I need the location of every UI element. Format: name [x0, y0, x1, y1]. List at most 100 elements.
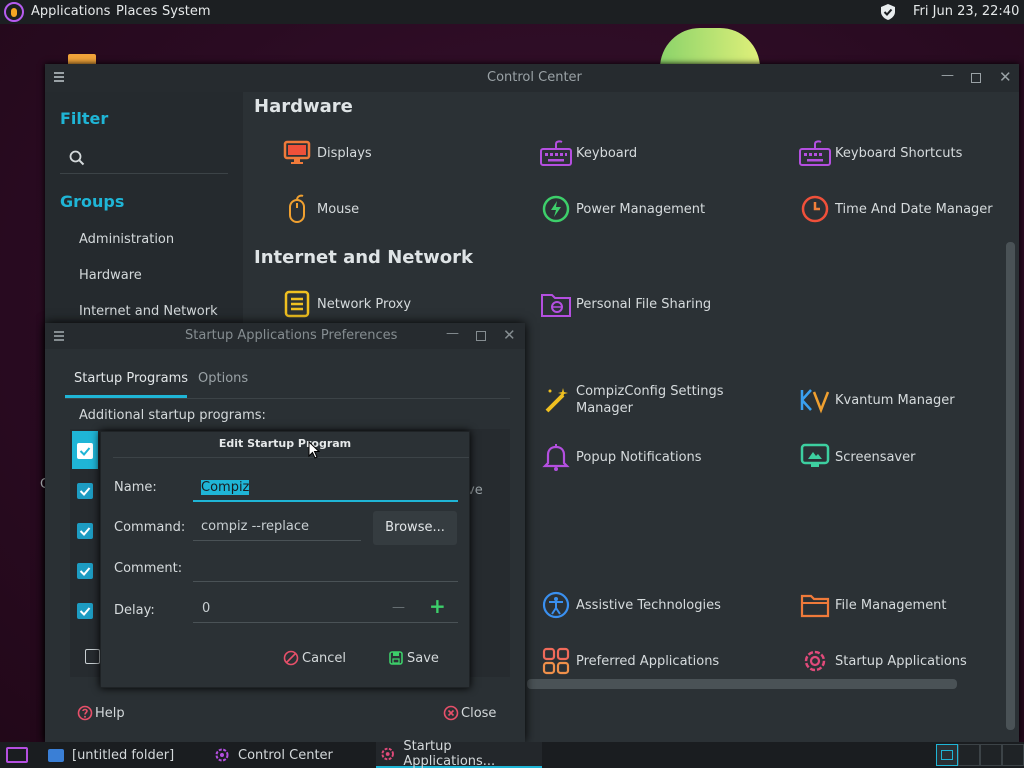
taskbar-label: Startup Applications...	[403, 739, 496, 768]
taskbar-label: [untitled folder]	[72, 747, 175, 763]
item-kvantum-manager[interactable]: Kvantum Manager	[799, 380, 955, 420]
item-file-management[interactable]: File Management	[799, 585, 947, 625]
help-button[interactable]: Help	[77, 705, 125, 721]
item-label: Personal File Sharing	[576, 296, 712, 312]
file-sharing-icon	[540, 288, 572, 320]
window-menu-icon[interactable]	[54, 72, 64, 82]
increment-button[interactable]: +	[429, 594, 446, 618]
delay-field[interactable]: 0	[193, 595, 458, 623]
menu-system[interactable]: System	[162, 4, 210, 19]
shield-icon[interactable]	[879, 3, 897, 21]
clock-icon	[799, 193, 831, 225]
close-button[interactable]: Close	[443, 705, 496, 721]
browse-button[interactable]: Browse...	[373, 511, 457, 545]
horizontal-scrollbar[interactable]	[527, 679, 957, 689]
close-icon[interactable]: ✕	[503, 326, 516, 344]
search-input[interactable]	[60, 142, 228, 174]
gear-icon	[381, 747, 394, 761]
item-popup-notifications[interactable]: Popup Notifications	[540, 437, 702, 477]
screensaver-icon	[799, 441, 831, 473]
checkbox-checked[interactable]	[77, 603, 93, 619]
edit-dialog-title[interactable]: Edit Startup Program	[101, 432, 469, 456]
group-item-internet-and-network[interactable]: Internet and Network	[79, 304, 218, 319]
tabs-divider	[65, 398, 510, 399]
item-keyboard[interactable]: Keyboard	[540, 133, 637, 173]
taskbar-item-untitled-folder[interactable]: [untitled folder]	[48, 742, 174, 768]
checkbox-unchecked[interactable]	[85, 649, 100, 664]
cancel-label: Cancel	[302, 650, 347, 666]
applications-menu-icon[interactable]	[4, 2, 24, 22]
close-circle-icon	[443, 705, 459, 721]
taskbar: [untitled folder] Control Center Startup…	[0, 739, 1024, 768]
comment-field[interactable]	[193, 554, 458, 582]
item-network-proxy[interactable]: Network Proxy	[281, 284, 411, 324]
checkbox-checked[interactable]	[77, 563, 93, 579]
mouse-icon	[281, 193, 313, 225]
tab-startup-programs[interactable]: Startup Programs	[74, 371, 188, 386]
minimize-icon[interactable]: —	[446, 326, 459, 341]
close-icon[interactable]: ✕	[999, 68, 1012, 86]
menu-applications[interactable]: Applications	[31, 4, 110, 19]
close-label: Close	[461, 705, 497, 721]
keyboard-shortcuts-icon	[799, 137, 831, 169]
item-screensaver[interactable]: Screensaver	[799, 437, 915, 477]
top-panel: Applications Places System Fri Jun 23, 2…	[0, 0, 1024, 24]
clock[interactable]: Fri Jun 23, 22:40	[913, 4, 1019, 19]
category-heading-hardware: Hardware	[254, 96, 353, 117]
cancel-button[interactable]: Cancel	[283, 650, 346, 666]
item-label: Startup Applications	[835, 653, 967, 669]
startup-titlebar[interactable]: Startup Applications Preferences — ✕	[45, 323, 525, 349]
maximize-icon[interactable]	[476, 331, 486, 341]
item-power-management[interactable]: Power Management	[540, 189, 705, 229]
taskbar-label: Control Center	[238, 747, 333, 763]
show-desktop-icon[interactable]	[6, 747, 28, 763]
bell-icon	[540, 441, 572, 473]
taskbar-item-control-center[interactable]: Control Center	[214, 742, 333, 768]
checkbox-checked[interactable]	[77, 443, 93, 459]
window-menu-icon[interactable]	[54, 331, 64, 341]
item-label: Assistive Technologies	[576, 597, 721, 613]
item-label: Mouse	[317, 201, 360, 217]
item-personal-file-sharing[interactable]: Personal File Sharing	[540, 284, 711, 324]
category-heading-internet-and-network: Internet and Network	[254, 247, 473, 268]
maximize-icon[interactable]	[971, 73, 981, 83]
item-displays[interactable]: Displays	[281, 133, 372, 173]
keyboard-icon	[540, 137, 572, 169]
mouse-cursor-icon	[308, 441, 320, 459]
vertical-scrollbar[interactable]	[1006, 242, 1015, 730]
tab-options[interactable]: Options	[198, 371, 248, 386]
item-label: Kvantum Manager	[835, 392, 955, 408]
item-assistive-technologies[interactable]: Assistive Technologies	[540, 585, 721, 625]
decrement-button[interactable]: —	[392, 600, 405, 615]
kvantum-icon	[799, 384, 831, 416]
taskbar-item-startup-applications[interactable]: Startup Applications...	[376, 739, 542, 768]
delay-label: Delay:	[114, 603, 155, 618]
item-time-and-date-manager[interactable]: Time And Date Manager	[799, 189, 993, 229]
menu-places[interactable]: Places	[116, 4, 157, 19]
save-button[interactable]: Save	[388, 650, 439, 666]
item-label: Popup Notifications	[576, 449, 702, 465]
workspace-1[interactable]	[936, 744, 958, 766]
name-field[interactable]: Compiz	[193, 474, 458, 502]
item-compizconfig-settings-manager[interactable]: CompizConfig Settings Manager	[540, 380, 726, 420]
item-keyboard-shortcuts[interactable]: Keyboard Shortcuts	[799, 133, 962, 173]
minimize-icon[interactable]: —	[941, 68, 954, 83]
checkbox-checked[interactable]	[77, 483, 93, 499]
item-startup-applications[interactable]: Startup Applications	[799, 641, 967, 681]
workspace-3[interactable]	[980, 744, 1002, 766]
filter-label: Filter	[60, 109, 109, 128]
group-item-hardware[interactable]: Hardware	[79, 268, 142, 283]
display-icon	[281, 137, 313, 169]
workspace-4[interactable]	[1002, 744, 1024, 766]
item-preferred-applications[interactable]: Preferred Applications	[540, 641, 719, 681]
command-field[interactable]: compiz --replace	[193, 513, 361, 541]
group-item-administration[interactable]: Administration	[79, 232, 174, 247]
checkbox-checked[interactable]	[77, 523, 93, 539]
workspace-2[interactable]	[958, 744, 980, 766]
control-center-titlebar[interactable]: Control Center — ✕	[45, 64, 1019, 92]
help-label: Help	[95, 705, 125, 721]
edit-dialog-divider	[113, 457, 469, 458]
item-mouse[interactable]: Mouse	[281, 189, 359, 229]
accessibility-icon	[540, 589, 572, 621]
magic-wand-icon	[540, 384, 572, 416]
